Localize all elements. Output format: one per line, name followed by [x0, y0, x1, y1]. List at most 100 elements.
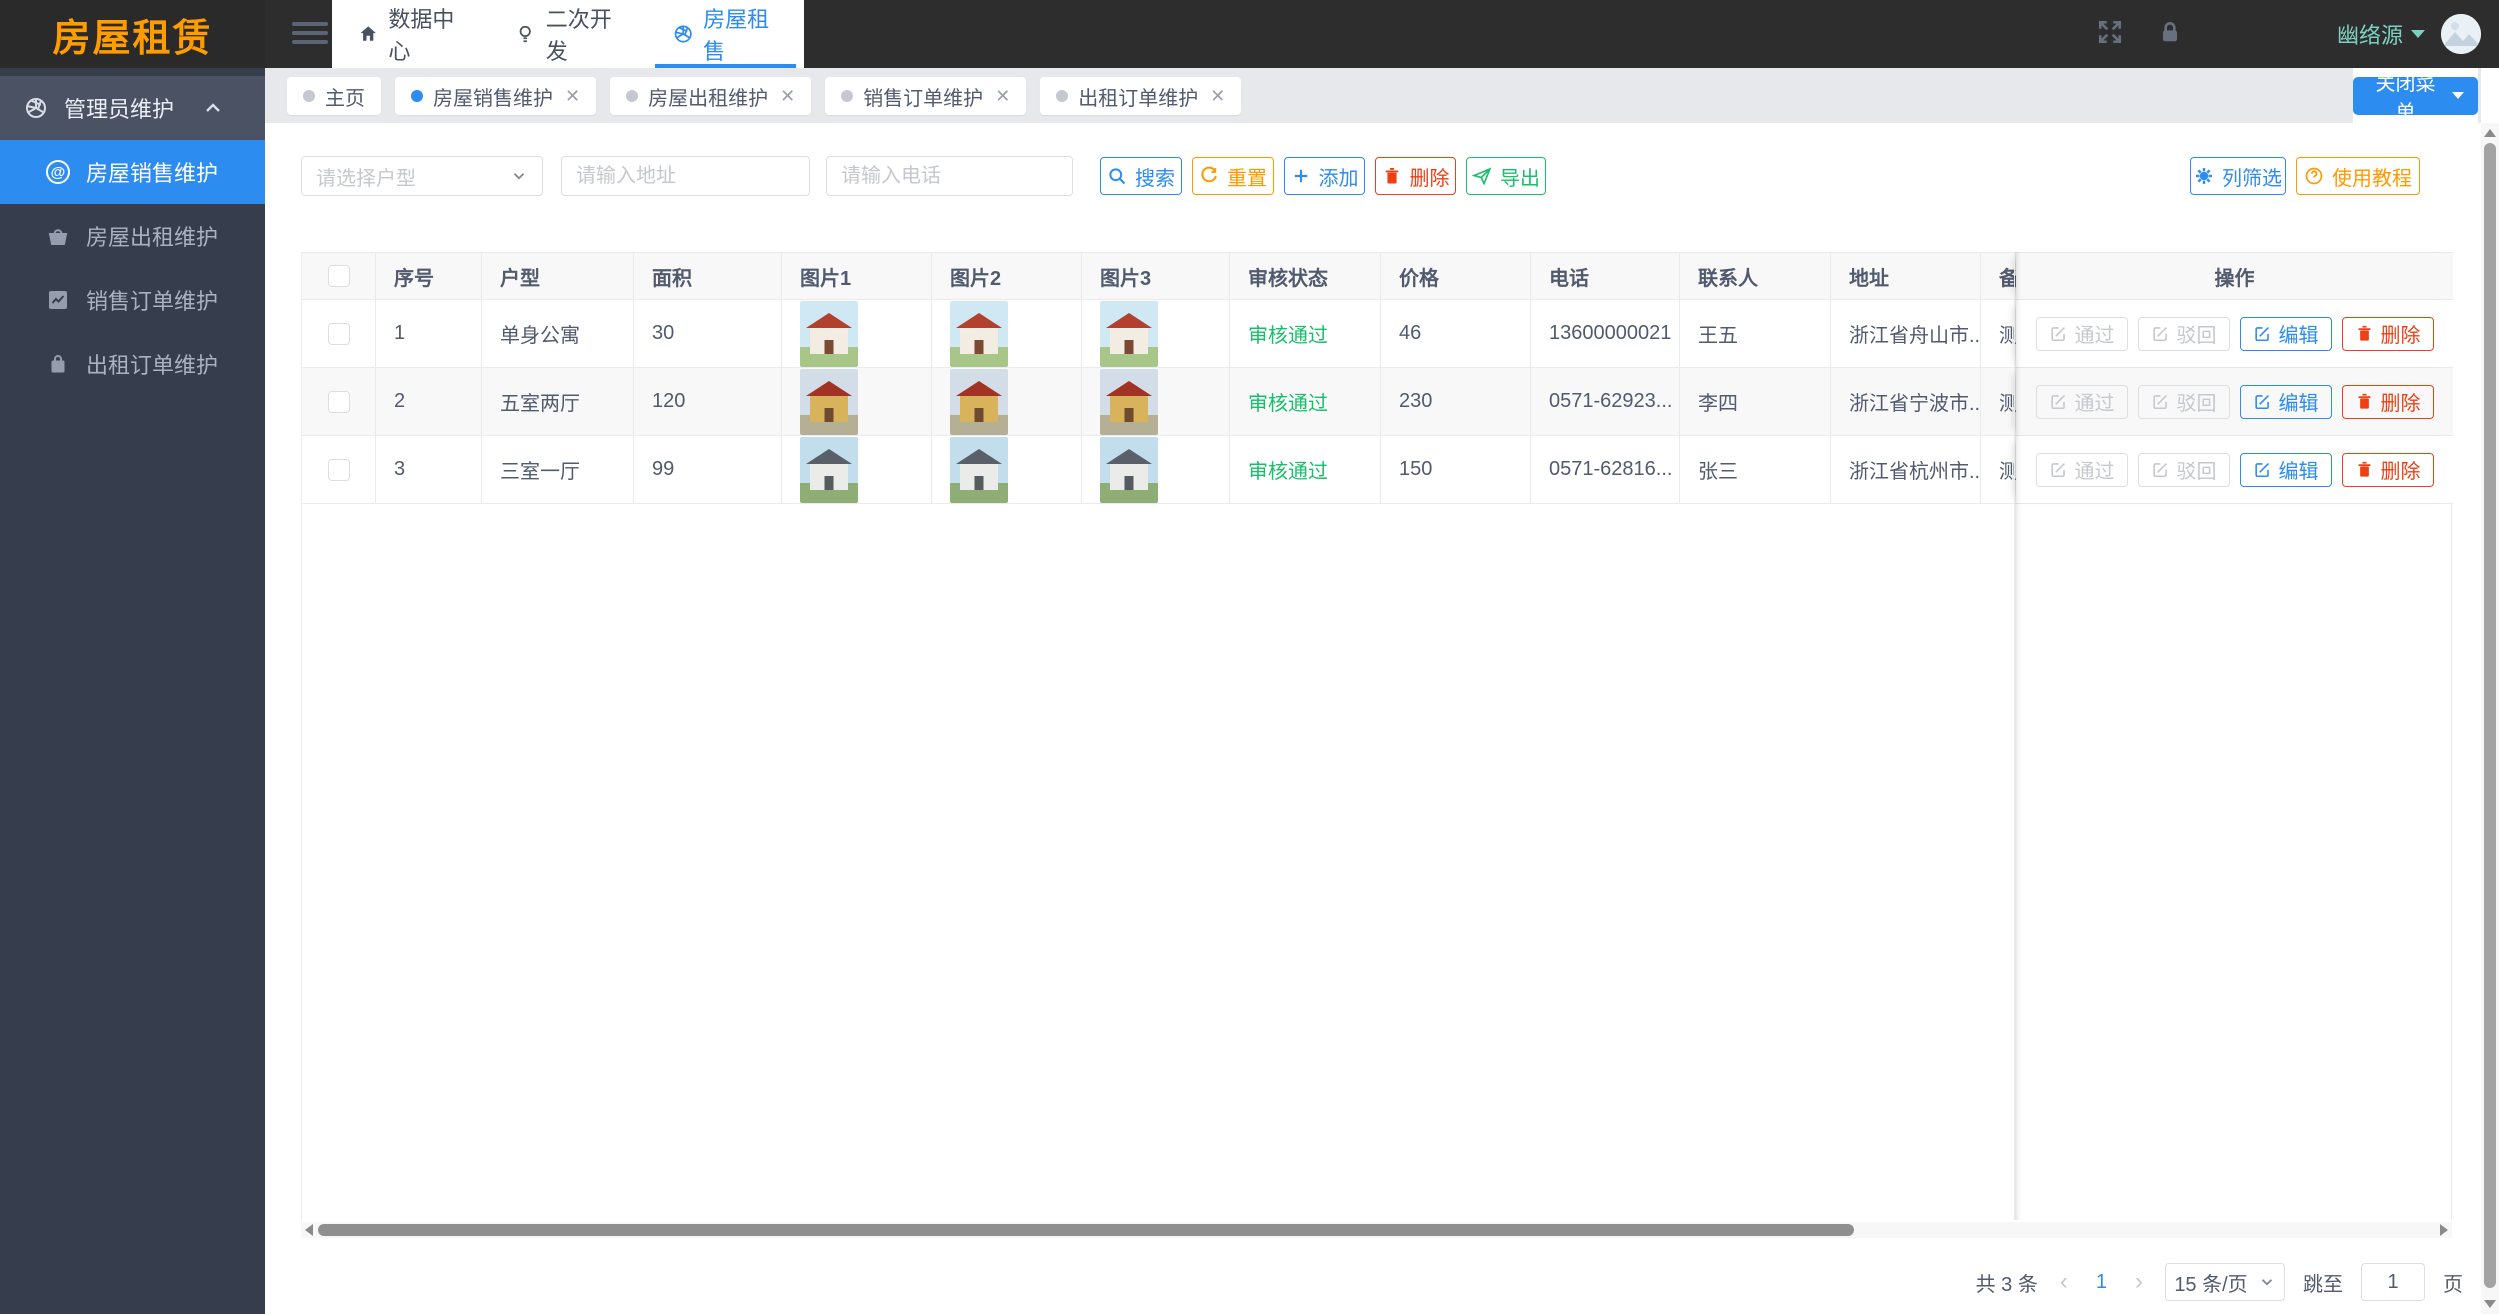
select-all-checkbox[interactable]	[328, 265, 350, 287]
status-badge: 审核通过	[1230, 436, 1381, 503]
tutorial-button[interactable]: 使用教程	[2296, 157, 2420, 195]
close-icon[interactable]: ✕	[1210, 87, 1225, 105]
reject-button[interactable]: 驳回	[2138, 453, 2230, 487]
phone-input[interactable]	[826, 156, 1073, 196]
tab-dot	[411, 90, 423, 102]
row-checkbox[interactable]	[328, 459, 350, 481]
chevron-down-icon	[510, 167, 528, 185]
edit-button[interactable]: 编辑	[2240, 453, 2332, 487]
edit-square-icon	[2151, 392, 2170, 411]
sidebar-item-rent-order-maintenance[interactable]: 出租订单维护	[0, 332, 265, 396]
tab-home[interactable]: 主页	[287, 77, 381, 115]
horizontal-scrollbar[interactable]	[301, 1222, 2452, 1238]
tab-dot	[303, 90, 315, 102]
tab-rent-order-maintenance[interactable]: 出租订单维护 ✕	[1040, 77, 1241, 115]
cell-phone: 0571-62923...	[1531, 368, 1680, 435]
scroll-down-arrow[interactable]	[2481, 1296, 2499, 1312]
row-delete-button[interactable]: 删除	[2342, 385, 2434, 419]
col-header-img3: 图片3	[1082, 253, 1230, 299]
row-checkbox[interactable]	[328, 391, 350, 413]
sidebar-item-house-sale-maintenance[interactable]: @ 房屋销售维护	[0, 140, 265, 204]
current-page[interactable]: 1	[2090, 1271, 2113, 1294]
reset-button[interactable]: 重置	[1192, 157, 1274, 195]
lock-icon[interactable]	[2157, 19, 2183, 50]
house-photo[interactable]	[950, 437, 1008, 503]
nav-item-house-rental[interactable]: 房屋租售	[647, 0, 804, 68]
top-header-bar: 房屋租赁 数据中心 二次开发 房屋租售 幽络源	[0, 0, 2499, 68]
send-icon	[1472, 166, 1492, 186]
trash-icon	[2355, 460, 2374, 479]
prev-page-button[interactable]: ‹	[2056, 1268, 2072, 1296]
vertical-scrollbar-thumb[interactable]	[2484, 143, 2496, 1288]
house-photo[interactable]	[1100, 301, 1158, 367]
address-input[interactable]	[561, 156, 810, 196]
edit-square-icon	[2049, 392, 2068, 411]
fullscreen-icon[interactable]	[2097, 19, 2123, 50]
cell-type: 五室两厅	[482, 368, 634, 435]
sidebar-item-house-rent-maintenance[interactable]: 房屋出租维护	[0, 204, 265, 268]
row-checkbox[interactable]	[328, 323, 350, 345]
scroll-right-arrow[interactable]	[2436, 1222, 2452, 1238]
bulb-icon	[515, 22, 535, 46]
export-button[interactable]: 导出	[1466, 157, 1546, 195]
chevron-up-icon	[201, 96, 241, 120]
nav-item-data-center[interactable]: 数据中心	[332, 0, 489, 68]
nav-item-secondary-dev[interactable]: 二次开发	[489, 0, 646, 68]
col-header-actions: 操作	[2016, 253, 2453, 299]
house-photo[interactable]	[800, 301, 858, 367]
next-page-button[interactable]: ›	[2131, 1268, 2147, 1296]
jump-page-input[interactable]	[2361, 1263, 2425, 1301]
house-photo[interactable]	[950, 301, 1008, 367]
col-header-index: 序号	[376, 253, 482, 299]
close-icon[interactable]: ✕	[995, 87, 1010, 105]
house-photo[interactable]	[800, 437, 858, 503]
vertical-scrollbar[interactable]	[2481, 123, 2499, 1314]
row-delete-button[interactable]: 删除	[2342, 317, 2434, 351]
sidebar-item-sale-order-maintenance[interactable]: 销售订单维护	[0, 268, 265, 332]
scroll-left-arrow[interactable]	[301, 1222, 317, 1238]
delete-button[interactable]: 删除	[1375, 157, 1456, 195]
nav-label: 二次开发	[546, 2, 621, 66]
house-type-select[interactable]: 请选择户型	[301, 156, 543, 196]
user-menu[interactable]: 幽络源	[2337, 18, 2425, 50]
house-photo[interactable]	[1100, 437, 1158, 503]
tab-sale-order-maintenance[interactable]: 销售订单维护 ✕	[825, 77, 1026, 115]
close-icon[interactable]: ✕	[565, 87, 580, 105]
horizontal-scrollbar-thumb[interactable]	[318, 1224, 1854, 1236]
reject-button[interactable]: 驳回	[2138, 385, 2230, 419]
page-size-select[interactable]: 15 条/页	[2165, 1263, 2285, 1301]
row-delete-button[interactable]: 删除	[2342, 453, 2434, 487]
tab-house-sale-maintenance[interactable]: 房屋销售维护 ✕	[395, 77, 596, 115]
edit-button[interactable]: 编辑	[2240, 385, 2332, 419]
search-button[interactable]: 搜索	[1100, 157, 1182, 195]
bag-icon	[46, 352, 70, 376]
tab-strip: 主页 房屋销售维护 ✕ 房屋出租维护 ✕ 销售订单维护 ✕ 出租订单维护 ✕ 关…	[265, 68, 2481, 123]
edit-square-icon	[2049, 460, 2068, 479]
house-photo[interactable]	[1100, 369, 1158, 435]
column-filter-button[interactable]: 列筛选	[2190, 157, 2286, 195]
avatar[interactable]	[2441, 14, 2481, 54]
table-row: 3 三室一厅 99 审核通过 150 0571-62816... 张三 浙江省杭…	[302, 436, 2453, 504]
cell-type: 三室一厅	[482, 436, 634, 503]
sidebar-item-label: 房屋销售维护	[86, 156, 218, 188]
edit-square-icon	[2049, 324, 2068, 343]
jump-label: 跳至	[2303, 1268, 2343, 1297]
approve-button[interactable]: 通过	[2036, 453, 2128, 487]
top-nav: 数据中心 二次开发 房屋租售	[332, 0, 804, 68]
add-button[interactable]: 添加	[1284, 157, 1365, 195]
close-menu-button[interactable]: 关闭菜单	[2353, 77, 2478, 115]
approve-button[interactable]: 通过	[2036, 385, 2128, 419]
house-photo[interactable]	[950, 369, 1008, 435]
aperture-icon	[24, 96, 48, 120]
menu-toggle-icon[interactable]	[292, 22, 328, 46]
close-icon[interactable]: ✕	[780, 87, 795, 105]
reject-button[interactable]: 驳回	[2138, 317, 2230, 351]
house-photo[interactable]	[800, 369, 858, 435]
edit-button[interactable]: 编辑	[2240, 317, 2332, 351]
scroll-up-arrow[interactable]	[2481, 125, 2499, 141]
sidebar-group-label: 管理员维护	[64, 92, 174, 124]
approve-button[interactable]: 通过	[2036, 317, 2128, 351]
tab-house-rent-maintenance[interactable]: 房屋出租维护 ✕	[610, 77, 811, 115]
sidebar-group-admin-maintenance[interactable]: 管理员维护	[0, 76, 265, 140]
aperture-icon	[673, 22, 693, 46]
